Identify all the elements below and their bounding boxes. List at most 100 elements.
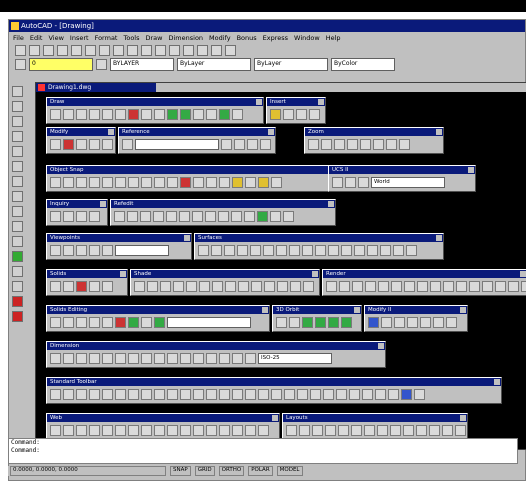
snap-node-icon[interactable] (219, 177, 230, 188)
grid-toggle[interactable]: GRID (194, 466, 215, 476)
ref-icon-9[interactable] (218, 211, 229, 222)
web-back-icon[interactable] (50, 425, 61, 436)
save-icon[interactable] (76, 389, 87, 400)
web-icon-10[interactable] (167, 425, 178, 436)
layers-icon[interactable] (15, 59, 26, 70)
help-icon[interactable] (414, 389, 425, 400)
dim-style-icon[interactable] (245, 353, 256, 364)
shade-icon-11[interactable] (264, 281, 275, 292)
new-icon[interactable] (50, 389, 61, 400)
snap-intersection-icon[interactable] (102, 177, 113, 188)
ucs-std-icon[interactable] (232, 389, 243, 400)
polyline-icon[interactable] (11, 116, 23, 127)
materials-library-icon[interactable] (378, 281, 389, 292)
close-icon[interactable] (100, 201, 106, 207)
menu-insert[interactable]: Insert (70, 33, 89, 43)
menu-help[interactable]: Help (326, 33, 341, 43)
angular-dim-icon[interactable] (115, 353, 126, 364)
polar-toggle[interactable]: POLAR (248, 466, 273, 476)
reference-field[interactable] (135, 139, 219, 150)
close-icon[interactable] (436, 129, 442, 135)
baseline-dim-icon[interactable] (141, 353, 152, 364)
preview-icon[interactable] (102, 389, 113, 400)
circle-icon[interactable] (128, 109, 139, 120)
ellipse-icon[interactable] (154, 109, 165, 120)
frame-icon[interactable] (247, 139, 258, 150)
web-forward-icon[interactable] (63, 425, 74, 436)
close-icon[interactable] (468, 167, 474, 173)
quick-dim-icon[interactable] (128, 353, 139, 364)
snap-nearest-icon[interactable] (232, 177, 243, 188)
region-icon[interactable] (11, 281, 23, 292)
revolved-surface-icon[interactable] (354, 245, 365, 256)
layout-icon-11[interactable] (416, 425, 427, 436)
subtract-icon[interactable] (63, 317, 74, 328)
menu-express[interactable]: Express (263, 33, 288, 43)
scenes-icon[interactable] (339, 281, 350, 292)
move-faces-icon[interactable] (102, 317, 113, 328)
drawing-window[interactable]: Drawing1.dwg Draw Insert Modify Referenc… (35, 82, 526, 450)
flat-shaded-icon[interactable] (173, 281, 184, 292)
refedit-icon[interactable] (114, 211, 125, 222)
3d-adjust-distance-icon[interactable] (341, 317, 352, 328)
close-icon[interactable] (460, 307, 466, 313)
arc-icon[interactable] (11, 161, 23, 172)
pyramid-icon[interactable] (250, 245, 261, 256)
cut-icon[interactable] (85, 45, 96, 56)
draworder-icon[interactable] (368, 317, 379, 328)
cut-icon[interactable] (128, 389, 139, 400)
make-block-icon[interactable] (180, 109, 191, 120)
edge-icon[interactable] (328, 245, 339, 256)
close-icon[interactable] (184, 235, 190, 241)
dim-update-icon[interactable] (232, 353, 243, 364)
cylinder-icon[interactable] (76, 281, 87, 292)
close-icon[interactable] (268, 129, 274, 135)
menu-modify[interactable]: Modify (209, 33, 231, 43)
ucs-display-icon[interactable] (345, 177, 356, 188)
web-icon-6[interactable] (115, 425, 126, 436)
web-icon-9[interactable] (154, 425, 165, 436)
layout-icon-9[interactable] (390, 425, 401, 436)
ole-icon[interactable] (309, 109, 320, 120)
spline-icon[interactable] (141, 109, 152, 120)
snap-midpoint-icon[interactable] (89, 177, 100, 188)
print-icon[interactable] (57, 45, 68, 56)
zoom-realtime-icon[interactable] (323, 389, 334, 400)
polygon-icon[interactable] (89, 109, 100, 120)
box-icon[interactable] (50, 281, 61, 292)
mass-props-icon[interactable] (76, 211, 87, 222)
polygonal-viewport-icon[interactable] (351, 425, 362, 436)
surf-icon-17[interactable] (406, 245, 417, 256)
shade-icon-14[interactable] (303, 281, 314, 292)
edit-attribute-icon[interactable] (433, 317, 444, 328)
left-view-icon[interactable] (89, 245, 100, 256)
zoom-window-icon[interactable] (183, 45, 194, 56)
web-icon-16[interactable] (245, 425, 256, 436)
list-icon[interactable] (89, 211, 100, 222)
web-icon-13[interactable] (206, 425, 217, 436)
layout-template-icon[interactable] (299, 425, 310, 436)
radius-dim-icon[interactable] (89, 353, 100, 364)
zoom-dynamic-icon[interactable] (321, 139, 332, 150)
xline-icon[interactable] (63, 109, 74, 120)
dim-edit-icon[interactable] (206, 353, 217, 364)
hyperlink-icon[interactable] (206, 389, 217, 400)
external-ref-icon[interactable] (283, 109, 294, 120)
erase-icon[interactable] (50, 139, 61, 150)
mirror-icon[interactable] (76, 139, 87, 150)
web-icon-11[interactable] (180, 425, 191, 436)
sphere-icon[interactable] (63, 281, 74, 292)
menu-format[interactable]: Format (95, 33, 118, 43)
zoom-window-icon[interactable] (308, 139, 319, 150)
redraw-icon[interactable] (258, 389, 269, 400)
arc-icon[interactable] (115, 109, 126, 120)
gouraud-icon[interactable] (186, 281, 197, 292)
polygon-icon[interactable] (11, 131, 23, 142)
cone-icon[interactable] (89, 281, 100, 292)
center-mark-icon[interactable] (193, 353, 204, 364)
web-stop-icon[interactable] (76, 425, 87, 436)
bottom-view-icon[interactable] (76, 245, 87, 256)
zoom-icon[interactable] (169, 45, 180, 56)
polyline-icon[interactable] (76, 109, 87, 120)
zoom-scale-icon[interactable] (334, 139, 345, 150)
